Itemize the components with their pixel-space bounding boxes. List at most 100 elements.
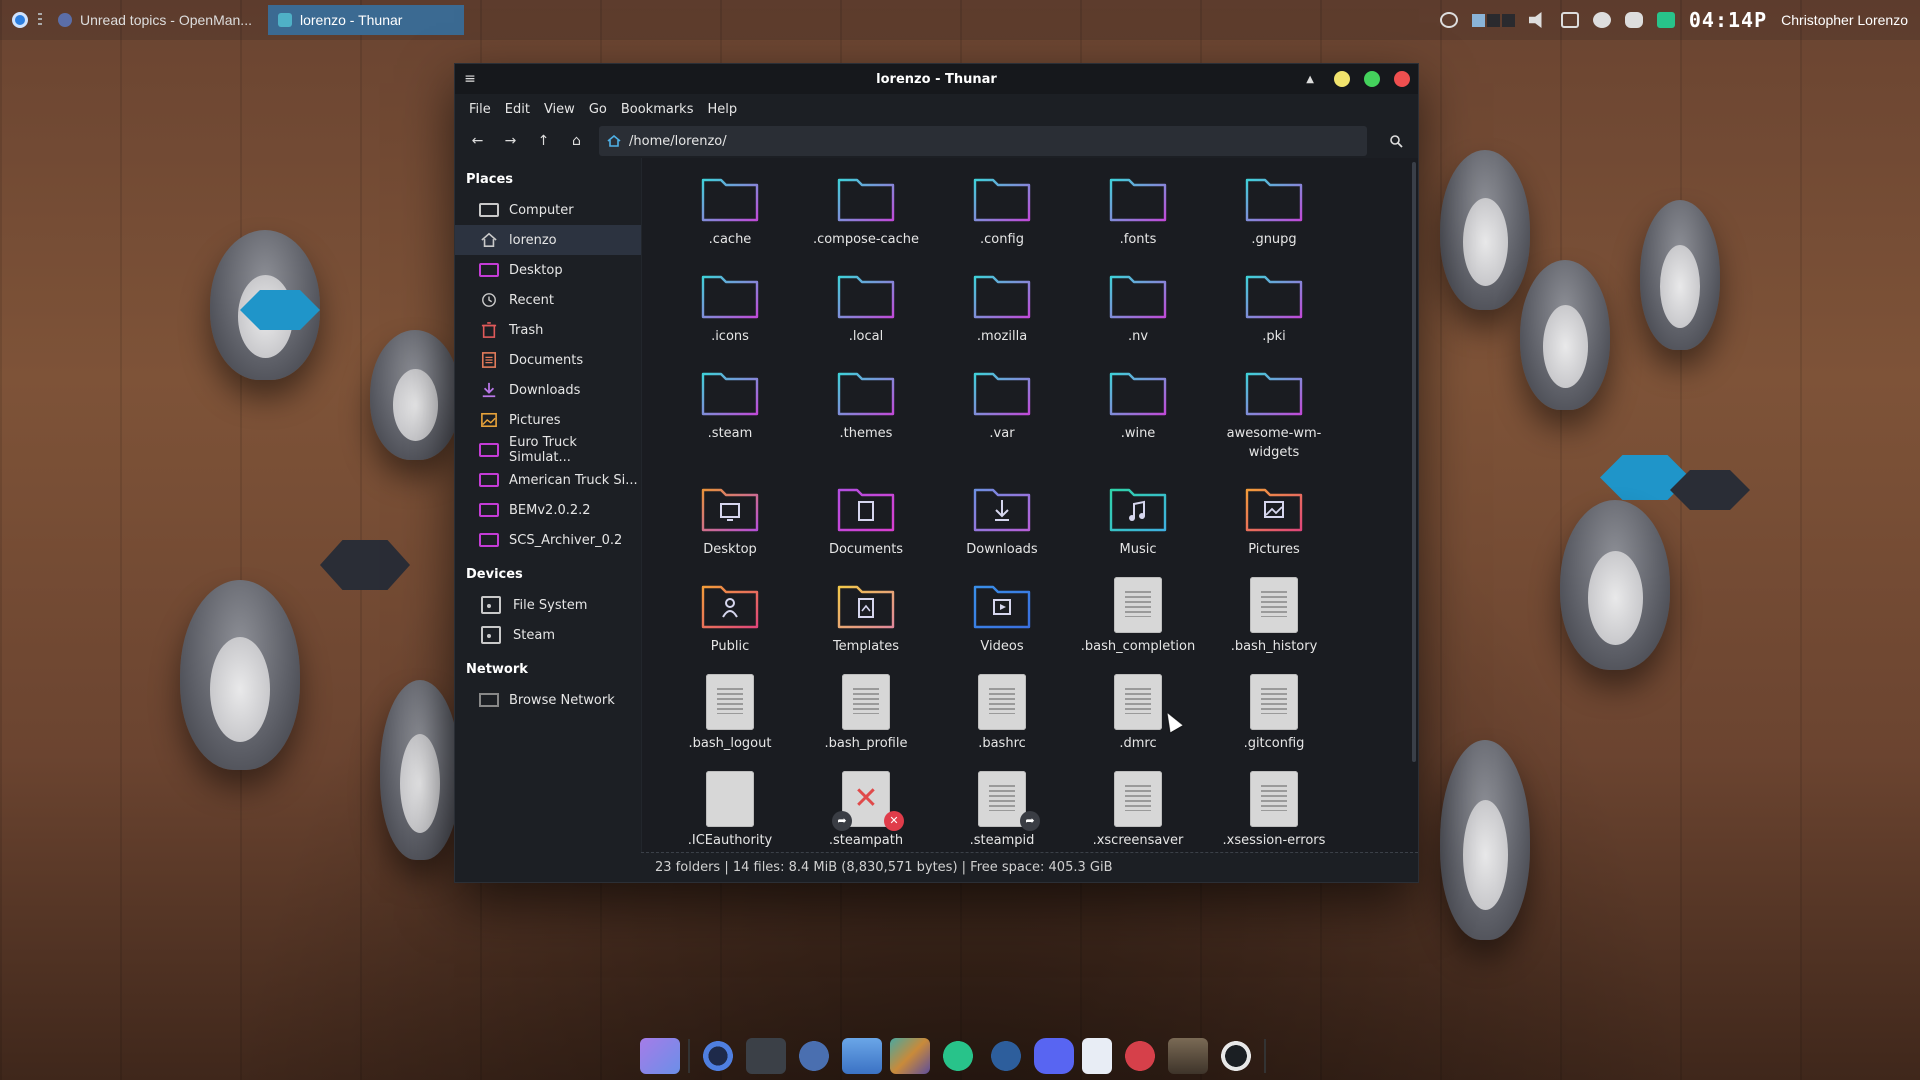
menu-go[interactable]: Go xyxy=(583,98,613,121)
parent-folder-button[interactable]: ↑ xyxy=(529,128,558,154)
menu-file[interactable]: File xyxy=(463,98,497,121)
clock[interactable]: 04:14P xyxy=(1689,8,1767,32)
file-item[interactable]: .compose-cache xyxy=(798,170,934,267)
file-item[interactable]: .var xyxy=(934,364,1070,461)
menu-edit[interactable]: Edit xyxy=(499,98,536,121)
sidebar-item-downloads[interactable]: Downloads xyxy=(455,375,641,405)
taskbar-task-active[interactable]: lorenzo - Thunar xyxy=(267,5,464,35)
dock-document-icon[interactable] xyxy=(1082,1038,1112,1074)
file-item[interactable]: .icons xyxy=(662,267,798,364)
shade-icon[interactable]: ▲ xyxy=(1306,74,1314,85)
dock-book-icon[interactable] xyxy=(1120,1038,1160,1074)
sidebar-item-file-system[interactable]: File System xyxy=(455,590,641,620)
file-name: .bashrc xyxy=(978,736,1026,751)
folder-icon xyxy=(835,480,897,536)
screen-icon[interactable] xyxy=(1560,12,1579,28)
dock-github-icon[interactable] xyxy=(1216,1038,1256,1074)
file-view[interactable]: .cache .compose-cache .config .fonts .gnupg.… xyxy=(641,158,1418,882)
file-item[interactable]: Music xyxy=(1070,480,1206,577)
location-input[interactable] xyxy=(629,133,1229,149)
taskbar-task[interactable]: Unread topics - OpenMan... xyxy=(48,5,262,35)
dock-browser-icon[interactable] xyxy=(698,1038,738,1074)
file-name: .fonts xyxy=(1119,232,1157,247)
file-item[interactable]: .fonts xyxy=(1070,170,1206,267)
volume-icon[interactable] xyxy=(1528,12,1542,28)
file-item[interactable]: Videos xyxy=(934,577,1070,674)
file-item[interactable]: Desktop xyxy=(662,480,798,577)
sidebar-item-recent[interactable]: Recent xyxy=(455,285,641,315)
dock-gimp-icon[interactable] xyxy=(1168,1038,1208,1074)
dock-toggle-icon[interactable] xyxy=(794,1038,834,1074)
sidebar-item-lorenzo[interactable]: lorenzo xyxy=(455,225,641,255)
dock-discord-icon[interactable] xyxy=(1034,1038,1074,1074)
file-item[interactable]: Downloads xyxy=(934,480,1070,577)
sidebar-item-euro-truck-simulat[interactable]: Euro Truck Simulat... xyxy=(455,435,641,465)
file-name: .local xyxy=(848,329,884,344)
sidebar-item-trash[interactable]: Trash xyxy=(455,315,641,345)
app-launcher-icon[interactable] xyxy=(12,12,28,28)
sidebar-item-scs-archiver-0-2[interactable]: SCS_Archiver_0.2 xyxy=(455,525,641,555)
file-item[interactable]: Templates xyxy=(798,577,934,674)
discord-icon[interactable] xyxy=(1624,12,1643,28)
file-item[interactable]: Documents xyxy=(798,480,934,577)
search-button[interactable] xyxy=(1381,128,1410,154)
scrollbar[interactable] xyxy=(1412,162,1416,762)
sidebar-item-computer[interactable]: Computer xyxy=(455,195,641,225)
location-bar[interactable] xyxy=(599,126,1367,156)
dock-terminal-icon[interactable] xyxy=(746,1038,786,1074)
home-icon xyxy=(481,232,497,248)
minimize-button[interactable] xyxy=(1334,71,1350,87)
cloud-icon[interactable] xyxy=(1439,12,1458,28)
file-item[interactable]: .cache xyxy=(662,170,798,267)
home-button[interactable]: ⌂ xyxy=(562,128,591,154)
sidebar-item-american-truck-si[interactable]: American Truck Si... xyxy=(455,465,641,495)
dock-app-launcher-icon[interactable] xyxy=(640,1038,680,1074)
file-item[interactable]: .bashrc xyxy=(934,674,1070,771)
drive-icon xyxy=(481,596,501,614)
dock-game-icon[interactable] xyxy=(890,1038,930,1074)
file-item[interactable]: awesome-wm-widgets xyxy=(1206,364,1342,480)
dock-steam-icon[interactable] xyxy=(986,1038,1026,1074)
forward-button[interactable]: → xyxy=(496,128,525,154)
file-item[interactable]: Public xyxy=(662,577,798,674)
steam-icon[interactable] xyxy=(1592,12,1611,28)
sidebar-item-steam[interactable]: Steam xyxy=(455,620,641,650)
menu-bookmarks[interactable]: Bookmarks xyxy=(615,98,700,121)
file-item[interactable]: .bash_completion xyxy=(1070,577,1206,674)
file-item[interactable]: Pictures xyxy=(1206,480,1342,577)
maximize-button[interactable] xyxy=(1364,71,1380,87)
menu-view[interactable]: View xyxy=(538,98,581,121)
file-item[interactable]: .gitconfig xyxy=(1206,674,1342,771)
computer-icon xyxy=(479,203,499,217)
file-item[interactable]: .nv xyxy=(1070,267,1206,364)
sync-icon[interactable] xyxy=(1656,12,1675,28)
file-name: .bash_logout xyxy=(688,736,772,751)
close-button[interactable] xyxy=(1394,71,1410,87)
file-item[interactable]: .wine xyxy=(1070,364,1206,461)
user-name[interactable]: Christopher Lorenzo xyxy=(1781,12,1908,28)
window-menu-icon[interactable]: ≡ xyxy=(455,71,485,87)
file-item[interactable]: .config xyxy=(934,170,1070,267)
dock-files-icon[interactable] xyxy=(842,1038,882,1074)
menu-help[interactable]: Help xyxy=(701,98,743,121)
file-item[interactable]: .mozilla xyxy=(934,267,1070,364)
file-item[interactable]: .bash_profile xyxy=(798,674,934,771)
sidebar-item-bemv2-0-2-2[interactable]: BEMv2.0.2.2 xyxy=(455,495,641,525)
file-item[interactable]: .dmrc xyxy=(1070,674,1206,771)
file-item[interactable]: .bash_logout xyxy=(662,674,798,771)
workspace-pager[interactable] xyxy=(1471,13,1515,27)
sidebar-item-pictures[interactable]: Pictures xyxy=(455,405,641,435)
file-item[interactable]: .themes xyxy=(798,364,934,461)
sidebar-item-documents[interactable]: Documents xyxy=(455,345,641,375)
back-button[interactable]: ← xyxy=(463,128,492,154)
sidebar-item-desktop[interactable]: Desktop xyxy=(455,255,641,285)
status-text: 23 folders | 14 files: 8.4 MiB (8,830,57… xyxy=(655,860,1113,875)
file-item[interactable]: .gnupg xyxy=(1206,170,1342,267)
file-item[interactable]: .bash_history xyxy=(1206,577,1342,674)
title-bar[interactable]: ≡ lorenzo - Thunar ▲ xyxy=(455,64,1418,94)
file-item[interactable]: .steam xyxy=(662,364,798,461)
dock-sync-icon[interactable] xyxy=(938,1038,978,1074)
sidebar-item-browse-network[interactable]: Browse Network xyxy=(455,685,641,715)
file-item[interactable]: .local xyxy=(798,267,934,364)
file-item[interactable]: .pki xyxy=(1206,267,1342,364)
